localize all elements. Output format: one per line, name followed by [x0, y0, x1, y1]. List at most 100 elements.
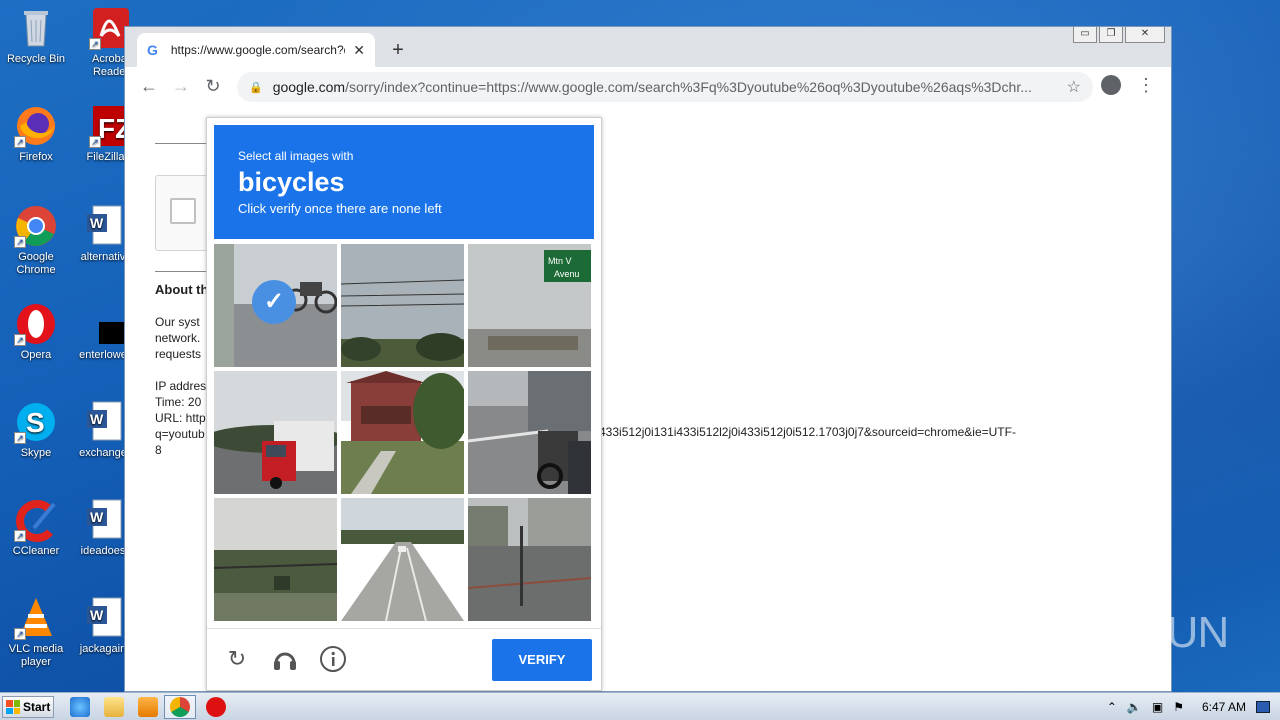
query-line: q=youtub: [155, 427, 205, 441]
new-tab-button[interactable]: +: [387, 39, 409, 62]
browser-tab[interactable]: G https://www.google.com/search?q= ✕: [137, 33, 375, 67]
close-tab-icon[interactable]: ✕: [353, 42, 365, 59]
vlc-icon: ↗: [14, 596, 58, 640]
back-button[interactable]: ←: [133, 76, 165, 97]
clock[interactable]: 6:47 AM: [1202, 700, 1246, 714]
hint-text: Click verify once there are none left: [238, 201, 442, 216]
info-icon[interactable]: [319, 645, 347, 673]
svg-text:S: S: [26, 407, 45, 438]
close-window-button[interactable]: ✕: [1125, 27, 1165, 43]
para-line: Our syst: [155, 315, 200, 329]
about-heading: About th: [155, 282, 209, 297]
svg-text:W: W: [90, 215, 104, 231]
tray-expand-icon[interactable]: ⌃: [1107, 700, 1117, 714]
desktop-icon-firefox[interactable]: ↗ Firefox: [1, 104, 71, 164]
media-player-icon[interactable]: [138, 697, 158, 717]
image-tile[interactable]: [468, 498, 591, 621]
shortcut-arrow-icon: ↗: [14, 236, 26, 248]
url-path: /sorry/index?continue=https://www.google…: [345, 79, 1032, 95]
browser-toolbar: ← → ↻ 🔒 google.com/sorry/index?continue=…: [125, 67, 1171, 105]
black-file-icon: [81, 302, 125, 346]
tab-title: https://www.google.com/search?q=: [170, 43, 346, 57]
verify-button[interactable]: VERIFY: [492, 639, 592, 681]
instruction-text: Select all images with: [238, 149, 354, 163]
taskbar: Start ⌃ 🔈 ▣ ⚑ 6:47 AM: [0, 692, 1280, 720]
shortcut-arrow-icon: ↗: [89, 136, 101, 148]
menu-kebab-icon[interactable]: ⋮: [1137, 75, 1155, 95]
address-bar[interactable]: 🔒 google.com/sorry/index?continue=https:…: [237, 72, 1093, 102]
google-favicon-icon: G: [147, 42, 158, 58]
image-grid: ✓ Mtn V Avenu: [214, 244, 594, 624]
selected-check-icon: ✓: [252, 280, 296, 324]
action-center-flag-icon[interactable]: ⚑: [1173, 700, 1184, 714]
shortcut-arrow-icon: ↗: [14, 530, 26, 542]
image-tile[interactable]: ✓: [214, 244, 337, 367]
bookmark-star-icon[interactable]: ☆: [1067, 77, 1081, 97]
profile-avatar-icon[interactable]: [1101, 75, 1121, 95]
image-tile[interactable]: [341, 498, 464, 621]
desktop-icon-skype[interactable]: S ↗ Skype: [1, 400, 71, 460]
shortcut-arrow-icon: ↗: [14, 136, 26, 148]
forward-button[interactable]: →: [165, 76, 197, 97]
skype-icon: S ↗: [14, 400, 58, 444]
file-explorer-icon[interactable]: [104, 697, 124, 717]
shortcut-arrow-icon: ↗: [14, 432, 26, 444]
start-label: Start: [23, 700, 51, 714]
desktop-icon-recycle-bin[interactable]: Recycle Bin: [1, 6, 71, 66]
image-tile[interactable]: [468, 371, 591, 494]
shortcut-arrow-icon: ↗: [14, 334, 26, 346]
volume-icon[interactable]: 🔈: [1127, 700, 1142, 714]
image-tile[interactable]: [341, 244, 464, 367]
audio-challenge-icon[interactable]: [271, 645, 299, 673]
para-line: network.: [155, 331, 201, 345]
minimize-button[interactable]: ▭: [1073, 27, 1097, 43]
svg-text:W: W: [90, 411, 104, 427]
opera-icon: ↗: [14, 302, 58, 346]
word-doc-icon: W: [81, 204, 125, 248]
window-controls: ▭ ❐ ✕: [1073, 27, 1165, 43]
image-tile[interactable]: [214, 498, 337, 621]
svg-text:Avenu: Avenu: [554, 269, 579, 279]
system-tray: ⌃ 🔈 ▣ ⚑ 6:47 AM: [1107, 695, 1280, 719]
anyrun-watermark: ANY RUN: [1038, 608, 1229, 657]
url-line: URL: http: [155, 411, 206, 425]
svg-text:W: W: [90, 509, 104, 525]
shortcut-arrow-icon: ↗: [14, 628, 26, 640]
recycle-bin-icon: [14, 6, 58, 50]
word-doc-icon: W: [81, 596, 125, 640]
long-url-text: 433i512j0i131i433i512l2j0i433i512j0i512.…: [599, 425, 1016, 439]
svg-text:Mtn V: Mtn V: [548, 256, 572, 266]
svg-text:W: W: [90, 607, 104, 623]
image-tile[interactable]: [341, 371, 464, 494]
url-text: google.com/sorry/index?continue=https://…: [273, 79, 1057, 95]
recaptcha-challenge: Select all images with bicycles Click ve…: [206, 117, 602, 691]
image-tile[interactable]: Mtn V Avenu: [468, 244, 591, 367]
network-icon[interactable]: ▣: [1152, 700, 1163, 714]
reload-challenge-icon[interactable]: ↻: [223, 645, 251, 673]
shortcut-arrow-icon: ↗: [89, 38, 101, 50]
target-text: bicycles: [238, 167, 345, 197]
show-desktop-icon[interactable]: [1256, 701, 1270, 713]
recaptcha-checkbox[interactable]: [170, 198, 196, 224]
start-button[interactable]: Start: [2, 696, 54, 718]
challenge-footer: ↻ VERIFY: [207, 628, 601, 690]
windows-logo-icon: [6, 700, 20, 714]
image-tile[interactable]: [214, 371, 337, 494]
ip-line: IP addres: [155, 379, 207, 393]
desktop-icon-opera[interactable]: ↗ Opera: [1, 302, 71, 362]
query-line-end: 8: [155, 443, 162, 457]
chrome-icon: ↗: [14, 204, 58, 248]
internet-explorer-icon[interactable]: [70, 697, 90, 717]
lock-icon: 🔒: [249, 81, 263, 94]
restore-button[interactable]: ❐: [1099, 27, 1123, 43]
firefox-icon: ↗: [14, 104, 58, 148]
challenge-header: Select all images with bicycles Click ve…: [214, 125, 594, 239]
time-line: Time: 20: [155, 395, 202, 409]
reload-button[interactable]: ↻: [197, 76, 229, 97]
word-doc-icon: W: [81, 400, 125, 444]
desktop-icon-vlc[interactable]: ↗ VLC media player: [1, 596, 71, 669]
toolbar-right: ⋮: [1101, 75, 1155, 95]
security-alert-icon[interactable]: [206, 697, 226, 717]
desktop-icon-chrome[interactable]: ↗ Google Chrome: [1, 204, 71, 277]
desktop-icon-ccleaner[interactable]: ↗ CCleaner: [1, 498, 71, 558]
